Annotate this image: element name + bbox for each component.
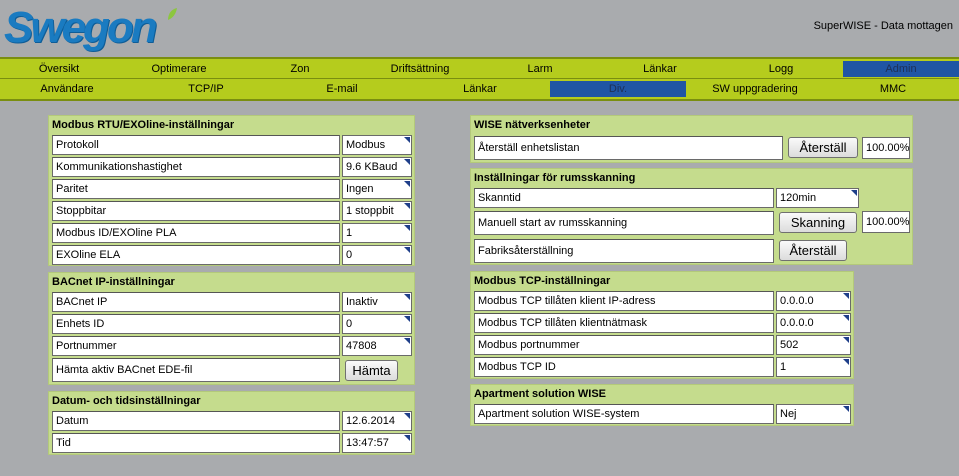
modbus-tcp-panel: Modbus TCP-inställningar Modbus TCP till… (470, 271, 854, 379)
bacnet-panel: BACnet IP-inställningar BACnet IP Inakti… (48, 272, 415, 385)
input-corner-icon (404, 316, 410, 322)
datum-label: Datum (52, 411, 340, 431)
input-corner-icon (843, 315, 849, 321)
dropdown-corner-icon (404, 137, 410, 143)
input-corner-icon (404, 435, 410, 441)
dropdown-corner-icon (404, 203, 410, 209)
exoline-ela-input[interactable]: 0 (342, 245, 412, 265)
subnav-div[interactable]: Div. (550, 81, 686, 97)
input-corner-icon (843, 337, 849, 343)
enhets-id-input[interactable]: 0 (342, 314, 412, 334)
paritet-select[interactable]: Ingen (342, 179, 412, 199)
portnummer-label: Portnummer (52, 336, 340, 356)
input-corner-icon (404, 338, 410, 344)
dropdown-corner-icon (404, 294, 410, 300)
tcp-id-input[interactable]: 1 (776, 357, 851, 377)
panel-title: WISE nätverksenheter (474, 119, 591, 131)
input-corner-icon (843, 359, 849, 365)
modbus-rtu-panel: Modbus RTU/EXOline-inställningar Protoko… (48, 115, 415, 266)
tid-input[interactable]: 13:47:57 (342, 433, 412, 453)
input-corner-icon (404, 247, 410, 253)
reset-devicelist-button[interactable]: Återställ (788, 137, 858, 158)
panel-title: Inställningar för rumsskanning (474, 172, 636, 184)
datum-input[interactable]: 12.6.2014 (342, 411, 412, 431)
portnummer-input[interactable]: 47808 (342, 336, 412, 356)
panel-title: BACnet IP-inställningar (52, 276, 175, 288)
dropdown-corner-icon (404, 159, 410, 165)
roomscan-panel: Inställningar för rumsskanning Skanntid … (470, 168, 913, 265)
swegon-logo: Swegon (4, 2, 184, 54)
bacnet-ip-select[interactable]: Inaktiv (342, 292, 412, 312)
wise-network-panel: WISE nätverksenheter Återställ enhetslis… (470, 115, 913, 163)
tcp-client-ip-input[interactable]: 0.0.0.0 (776, 291, 851, 311)
tcp-netmask-input[interactable]: 0.0.0.0 (776, 313, 851, 333)
subnav-sw-uppgradering[interactable]: SW uppgradering (686, 81, 824, 97)
kommunikationshastighet-label: Kommunikationshastighet (52, 157, 340, 177)
paritet-label: Paritet (52, 179, 340, 199)
skanntid-select[interactable]: 120min (776, 188, 859, 208)
reset-progress: 100.00% (862, 137, 910, 159)
apartment-system-select[interactable]: Nej (776, 404, 851, 424)
tcp-port-input[interactable]: 502 (776, 335, 851, 355)
nav-zon[interactable]: Zon (240, 61, 360, 77)
panel-title: Datum- och tidsinställningar (52, 395, 201, 407)
input-corner-icon (404, 225, 410, 231)
stoppbitar-select[interactable]: 1 stoppbit (342, 201, 412, 221)
apartment-panel: Apartment solution WISE Apartment soluti… (470, 384, 854, 426)
manual-scan-label: Manuell start av rumsskanning (474, 211, 774, 235)
enhets-id-label: Enhets ID (52, 314, 340, 334)
nav-driftsattning[interactable]: Driftsättning (360, 61, 480, 77)
nav-oversikt[interactable]: Översikt (0, 61, 118, 77)
nav-optimerare[interactable]: Optimerare (118, 61, 240, 77)
skanning-button[interactable]: Skanning (779, 212, 857, 233)
bacnet-ip-label: BACnet IP (52, 292, 340, 312)
factory-reset-button[interactable]: Återställ (779, 240, 847, 261)
nav-larm[interactable]: Larm (480, 61, 600, 77)
panel-title: Modbus RTU/EXOline-inställningar (52, 119, 235, 131)
logo-text: Swegon (4, 3, 158, 52)
input-corner-icon (843, 293, 849, 299)
dropdown-corner-icon (404, 181, 410, 187)
kommunikationshastighet-select[interactable]: 9.6 KBaud (342, 157, 412, 177)
modbus-id-input[interactable]: 1 (342, 223, 412, 243)
scan-progress: 100.00% (862, 211, 910, 233)
tcp-port-label: Modbus portnummer (474, 335, 774, 355)
nav-admin[interactable]: Admin (843, 61, 959, 77)
ede-file-label: Hämta aktiv BACnet EDE-fil (52, 358, 340, 382)
dropdown-corner-icon (843, 406, 849, 412)
connection-status: SuperWISE - Data mottagen (813, 20, 953, 32)
input-corner-icon (404, 413, 410, 419)
main-nav: Översikt Optimerare Zon Driftsättning La… (0, 57, 959, 79)
header: Swegon SuperWISE - Data mottagen (0, 0, 959, 56)
panel-title: Apartment solution WISE (474, 388, 606, 400)
hamta-button[interactable]: Hämta (345, 360, 398, 381)
datetime-panel: Datum- och tidsinställningar Datum 12.6.… (48, 391, 415, 455)
tcp-id-label: Modbus TCP ID (474, 357, 774, 377)
protokoll-select[interactable]: Modbus (342, 135, 412, 155)
tcp-netmask-label: Modbus TCP tillåten klientnätmask (474, 313, 774, 333)
sub-nav: Användare TCP/IP E-mail Länkar Div. SW u… (0, 79, 959, 101)
protokoll-label: Protokoll (52, 135, 340, 155)
subnav-tcpip[interactable]: TCP/IP (138, 81, 274, 97)
leaf-icon (168, 8, 177, 20)
tcp-client-ip-label: Modbus TCP tillåten klient IP-adress (474, 291, 774, 311)
tid-label: Tid (52, 433, 340, 453)
dropdown-corner-icon (851, 190, 857, 196)
subnav-lankar[interactable]: Länkar (412, 81, 548, 97)
factory-reset-label: Fabriksåterställning (474, 239, 774, 263)
nav-logg[interactable]: Logg (720, 61, 842, 77)
subnav-email[interactable]: E-mail (274, 81, 410, 97)
exoline-ela-label: EXOline ELA (52, 245, 340, 265)
skanntid-label: Skanntid (474, 188, 774, 208)
nav-lankar[interactable]: Länkar (600, 61, 720, 77)
subnav-mmc[interactable]: MMC (824, 81, 959, 97)
reset-devicelist-label: Återställ enhetslistan (474, 136, 783, 160)
apartment-system-label: Apartment solution WISE-system (474, 404, 774, 424)
subnav-anvandare[interactable]: Användare (0, 81, 134, 97)
stoppbitar-label: Stoppbitar (52, 201, 340, 221)
panel-title: Modbus TCP-inställningar (474, 275, 611, 287)
modbus-id-label: Modbus ID/EXOline PLA (52, 223, 340, 243)
